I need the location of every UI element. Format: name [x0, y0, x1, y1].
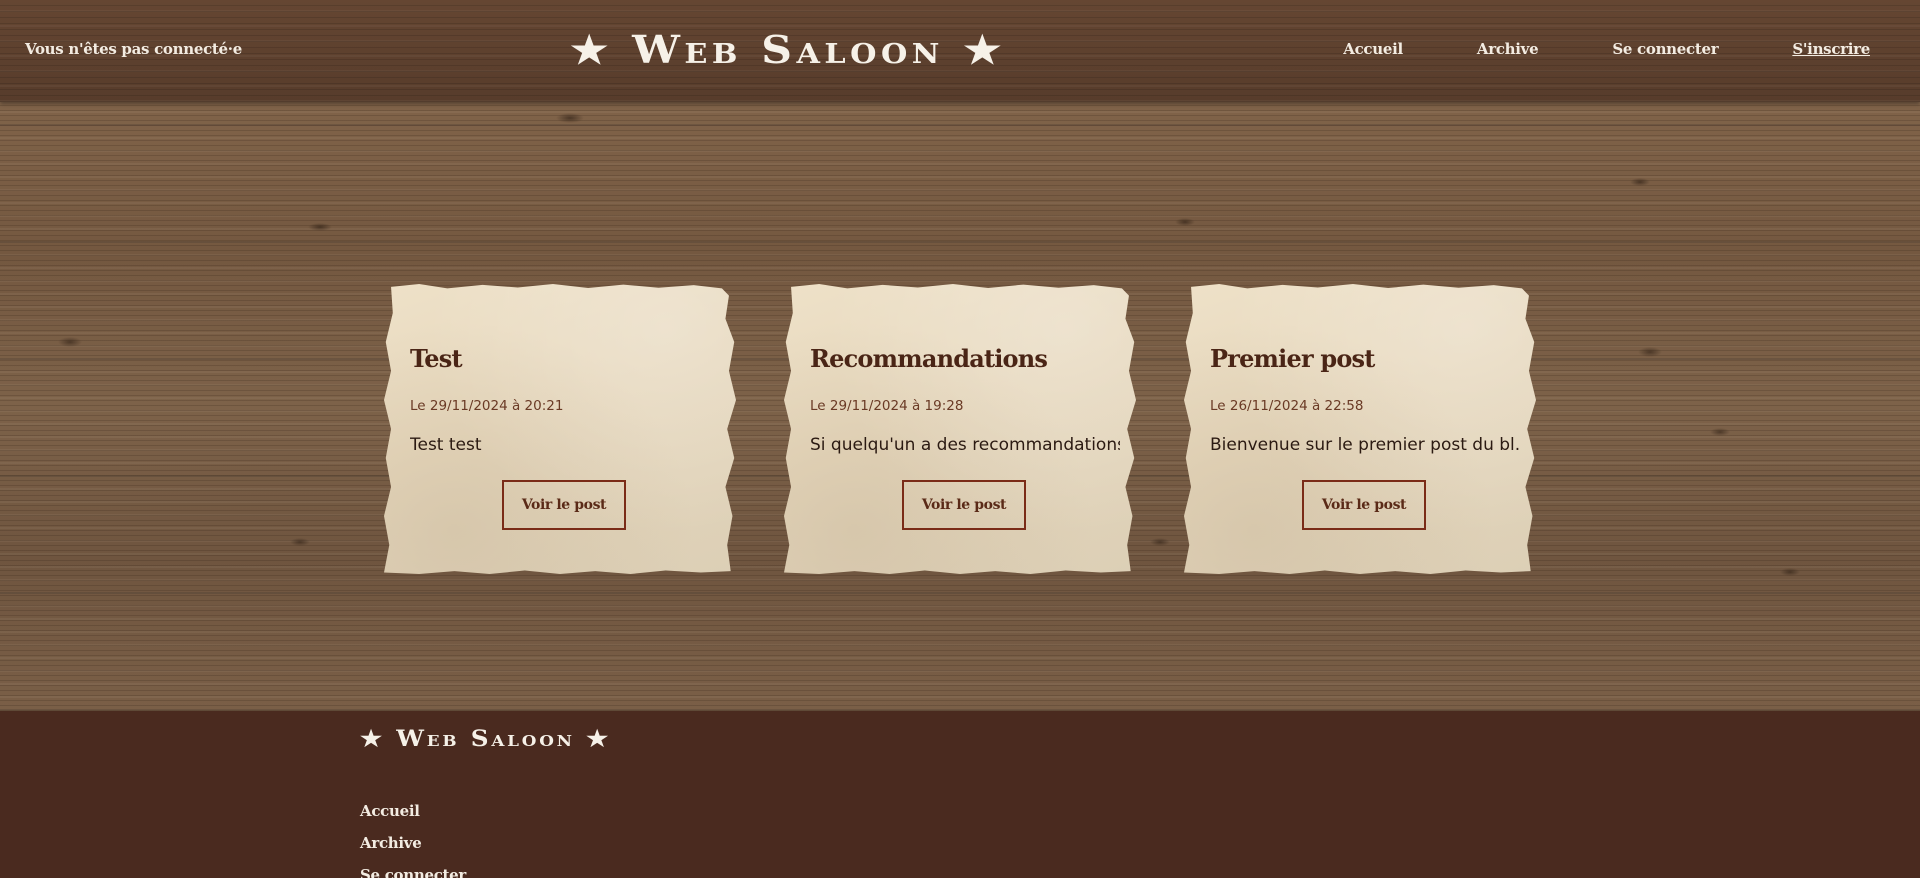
- main-content: Test Le 29/11/2024 à 20:21 Test test Voi…: [0, 102, 1920, 711]
- post-card: Premier post Le 26/11/2024 à 22:58 Bienv…: [1184, 284, 1536, 574]
- view-post-button[interactable]: Voir le post: [502, 480, 626, 530]
- post-excerpt: Bienvenue sur le premier post du bl...: [1210, 435, 1520, 455]
- post-card: Test Le 29/11/2024 à 20:21 Test test Voi…: [384, 284, 736, 574]
- nav-link-sinscrire[interactable]: S'inscrire: [1792, 40, 1870, 58]
- post-title: Test: [410, 344, 463, 373]
- view-post-button[interactable]: Voir le post: [902, 480, 1026, 530]
- footer-logo[interactable]: ★ Web Saloon ★: [360, 726, 611, 752]
- post-title: Premier post: [1210, 344, 1375, 373]
- view-post-button[interactable]: Voir le post: [1302, 480, 1426, 530]
- nav-link-archive[interactable]: Archive: [1477, 40, 1539, 58]
- footer-link-archive[interactable]: Archive: [360, 827, 466, 859]
- footer-link-accueil[interactable]: Accueil: [360, 795, 466, 827]
- post-card: Recommandations Le 29/11/2024 à 19:28 Si…: [784, 284, 1136, 574]
- main-nav: Accueil Archive Se connecter S'inscrire: [1269, 40, 1870, 58]
- post-excerpt: Si quelqu'un a des recommandations...: [810, 435, 1120, 455]
- footer-link-se-connecter[interactable]: Se connecter: [360, 859, 466, 878]
- site-footer: ★ Web Saloon ★ Accueil Archive Se connec…: [0, 711, 1920, 878]
- post-date: Le 29/11/2024 à 19:28: [810, 398, 964, 414]
- site-header: Vous n'êtes pas connecté·e ★ Web Saloon …: [0, 0, 1920, 102]
- post-list: Test Le 29/11/2024 à 20:21 Test test Voi…: [384, 284, 1536, 574]
- post-date: Le 26/11/2024 à 22:58: [1210, 398, 1364, 414]
- footer-nav: Accueil Archive Se connecter: [360, 795, 466, 878]
- site-logo[interactable]: ★ Web Saloon ★: [452, 27, 1124, 72]
- post-date: Le 29/11/2024 à 20:21: [410, 398, 564, 414]
- post-title: Recommandations: [810, 344, 1048, 373]
- nav-link-accueil[interactable]: Accueil: [1343, 40, 1403, 58]
- nav-link-se-connecter[interactable]: Se connecter: [1612, 40, 1718, 58]
- login-status-text: Vous n'êtes pas connecté·e: [25, 40, 242, 58]
- post-excerpt: Test test: [410, 435, 482, 455]
